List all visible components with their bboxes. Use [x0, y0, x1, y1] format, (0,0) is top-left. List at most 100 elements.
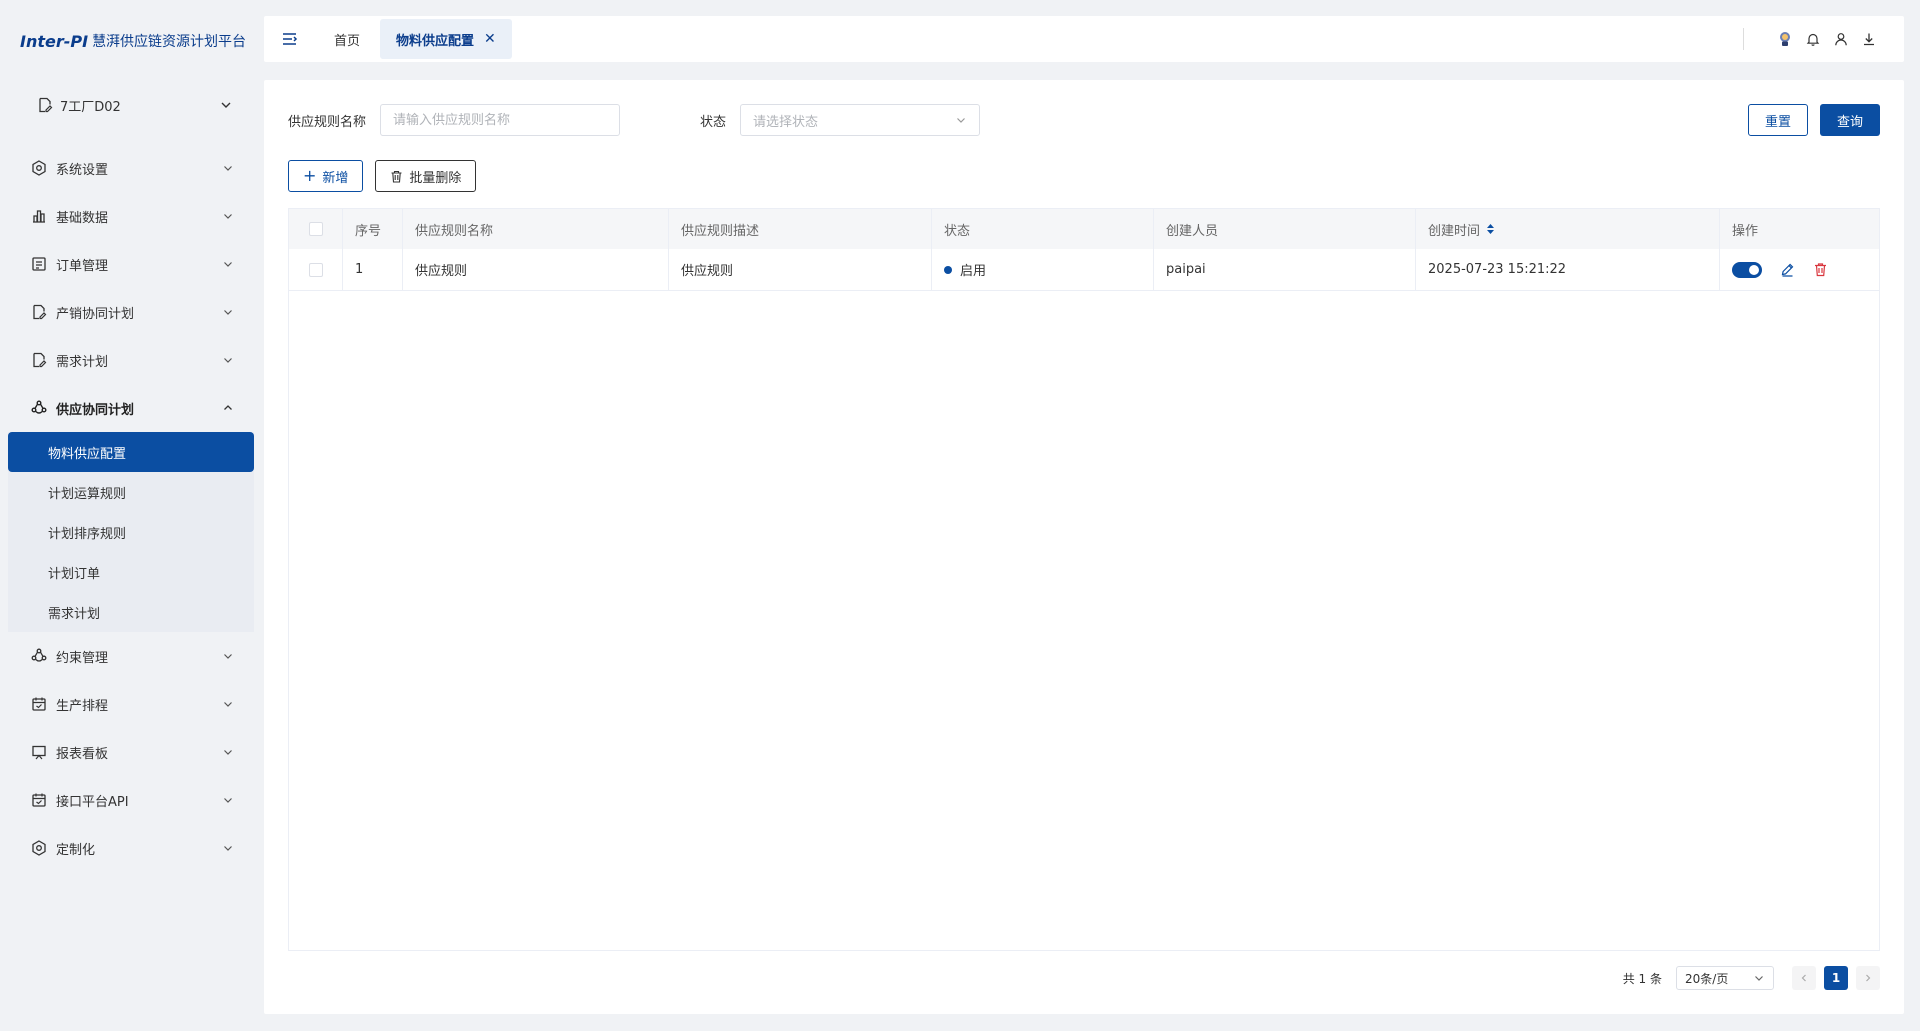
bar-chart-icon	[30, 207, 48, 225]
tab-material-supply-config[interactable]: 物料供应配置 ✕	[380, 19, 512, 59]
column-header: 状态	[932, 209, 1154, 249]
sidebar-item-order-management[interactable]: 订单管理	[8, 240, 254, 288]
sidebar-item-production-scheduling[interactable]: 生产排程	[8, 680, 254, 728]
toggle-knob	[1749, 264, 1759, 275]
batch-delete-button[interactable]: 批量删除	[375, 160, 477, 192]
sidebar-item-label: 接口平台API	[56, 794, 129, 810]
settings-icon	[30, 839, 48, 857]
sidebar-item-sop-plan[interactable]: 产销协同计划	[8, 288, 254, 336]
column-header: 供应规则描述	[669, 209, 932, 249]
tab-home[interactable]: 首页	[318, 19, 376, 59]
board-icon	[30, 743, 48, 761]
tab-label: 首页	[334, 33, 361, 49]
chevron-down-icon	[222, 162, 234, 174]
app-logo: Inter-PI 慧湃供应链资源计划平台	[20, 30, 246, 52]
sidebar-item-demand-plan[interactable]: 需求计划	[8, 336, 254, 384]
menu-toggle-icon[interactable]	[280, 29, 300, 49]
status-label: 状态	[700, 114, 727, 130]
rule-name-label: 供应规则名称	[288, 114, 367, 130]
toolbar: + 新增 批量删除	[288, 160, 477, 192]
top-header: 首页 物料供应配置 ✕	[264, 16, 1904, 62]
sidebar-item-supply-plan[interactable]: 供应协同计划	[8, 384, 254, 432]
sidebar-item-system-settings[interactable]: 系统设置	[8, 144, 254, 192]
sidebar-subitem-plan-calc-rules[interactable]: 计划运算规则	[8, 472, 254, 512]
delete-icon[interactable]	[1813, 262, 1828, 277]
select-all-checkbox[interactable]	[308, 222, 323, 236]
doc-edit-icon	[30, 303, 48, 321]
chevron-down-icon	[220, 99, 232, 111]
supply-plan-submenu: 物料供应配置 计划运算规则 计划排序规则 计划订单 需求计划	[8, 432, 254, 632]
status-text: 启用	[960, 264, 987, 279]
chevron-down-icon	[222, 698, 234, 710]
trash-icon	[390, 170, 403, 183]
sidebar-item-label: 产销协同计划	[56, 306, 135, 322]
sidebar-subitem-plan-sort-rules[interactable]: 计划排序规则	[8, 512, 254, 552]
edit-icon[interactable]	[1780, 262, 1795, 277]
header-divider	[1743, 28, 1744, 50]
page-size-value: 20条/页	[1685, 971, 1729, 986]
next-page-button[interactable]	[1856, 966, 1880, 990]
column-header-label: 创建时间	[1428, 223, 1481, 239]
settings-icon	[30, 159, 48, 177]
sidebar-item-customization[interactable]: 定制化	[8, 824, 254, 872]
pagination: 共 1 条 20条/页 1	[1623, 966, 1880, 990]
chevron-down-icon	[222, 650, 234, 662]
sidebar-item-basic-data[interactable]: 基础数据	[8, 192, 254, 240]
row-status: 启用	[932, 249, 1154, 290]
close-icon[interactable]: ✕	[484, 31, 496, 47]
page-number-button[interactable]: 1	[1824, 966, 1848, 990]
chevron-down-icon	[222, 210, 234, 222]
row-rule-name: 供应规则	[403, 249, 669, 290]
chevron-down-icon	[222, 258, 234, 270]
enable-toggle[interactable]	[1732, 261, 1762, 278]
sidebar-item-report-board[interactable]: 报表看板	[8, 728, 254, 776]
total-count: 共 1 条	[1622, 971, 1662, 986]
calendar-icon	[30, 791, 48, 809]
sidebar-item-api-platform[interactable]: 接口平台API	[8, 776, 254, 824]
chevron-up-icon	[222, 402, 234, 414]
factory-selector[interactable]: 7工厂D02	[36, 94, 232, 116]
sort-icon[interactable]	[1486, 223, 1495, 235]
avatar-icon[interactable]	[1776, 30, 1794, 48]
column-header-created-time[interactable]: 创建时间	[1416, 209, 1720, 249]
row-creator: paipai	[1154, 249, 1416, 290]
download-icon[interactable]	[1860, 30, 1878, 48]
chevron-down-icon	[222, 306, 234, 318]
brand-name: Inter-PI	[20, 31, 89, 51]
header-select-all-cell	[289, 209, 343, 249]
row-index: 1	[343, 249, 403, 290]
chevron-down-icon	[222, 794, 234, 806]
status-select[interactable]: 请选择状态	[740, 104, 981, 136]
row-actions	[1720, 249, 1879, 290]
row-rule-desc: 供应规则	[669, 249, 932, 290]
chevron-down-icon	[222, 746, 234, 758]
prev-page-button[interactable]	[1792, 966, 1816, 990]
column-header: 操作	[1732, 223, 1759, 239]
table-row: 1 供应规则 供应规则 启用 paipai 2025-07-23 15:21:2…	[289, 249, 1879, 291]
sidebar-item-label: 需求计划	[56, 354, 109, 370]
sidebar-item-label: 报表看板	[56, 746, 109, 762]
sidebar-subitem-plan-orders[interactable]: 计划订单	[8, 552, 254, 592]
query-button[interactable]: 查询	[1820, 104, 1880, 136]
sidebar-subitem-demand-plan[interactable]: 需求计划	[8, 592, 254, 632]
page-size-select[interactable]: 20条/页	[1676, 966, 1774, 990]
sidebar-item-constraint-management[interactable]: 约束管理	[8, 632, 254, 680]
rule-name-input[interactable]	[380, 104, 621, 136]
chevron-down-icon	[222, 354, 234, 366]
factory-label: 7工厂D02	[60, 99, 121, 115]
sidebar-item-label: 系统设置	[56, 162, 109, 178]
row-created-time: 2025-07-23 15:21:22	[1416, 249, 1720, 290]
user-icon[interactable]	[1832, 30, 1850, 48]
add-button[interactable]: + 新增	[288, 160, 364, 192]
column-header: 序号	[343, 209, 403, 249]
factory-doc-icon	[36, 96, 54, 114]
main-panel: 供应规则名称 状态 请选择状态 重置 查询 + 新增 批量删除 序号 供应规则名…	[264, 80, 1904, 1014]
row-checkbox[interactable]	[308, 262, 323, 277]
tab-label: 物料供应配置	[396, 33, 475, 49]
chevron-down-icon	[955, 114, 967, 126]
reset-button[interactable]: 重置	[1748, 104, 1808, 136]
sidebar-item-label: 供应协同计划	[56, 402, 135, 418]
sidebar-subitem-material-supply-config[interactable]: 物料供应配置	[8, 432, 254, 472]
bell-icon[interactable]	[1804, 30, 1822, 48]
column-header: 供应规则名称	[403, 209, 669, 249]
